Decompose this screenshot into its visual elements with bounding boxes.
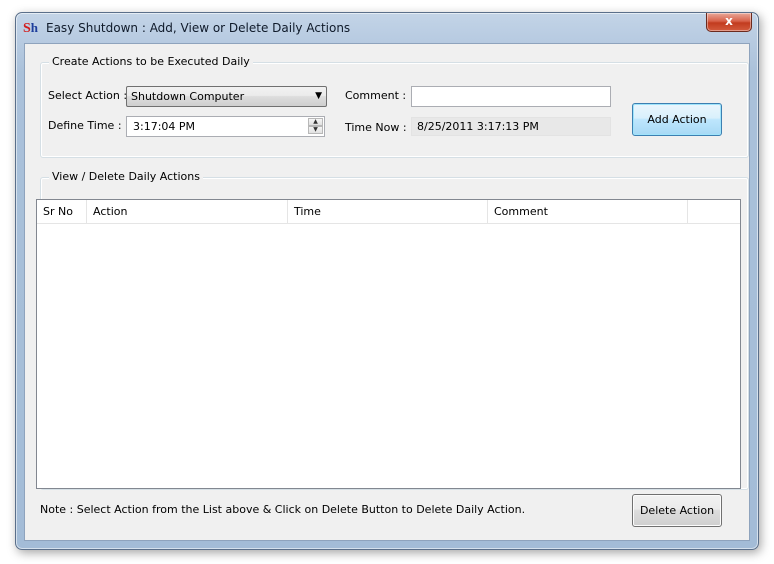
- window-title: Easy Shutdown : Add, View or Delete Dail…: [46, 21, 351, 35]
- spin-up-icon[interactable]: ▲: [308, 118, 323, 126]
- column-header-time[interactable]: Time: [288, 200, 488, 223]
- time-spinner[interactable]: ▲ ▼: [308, 118, 323, 135]
- time-now-display: 8/25/2011 3:17:13 PM: [411, 117, 611, 136]
- close-icon[interactable]: x: [706, 13, 752, 32]
- delete-action-button[interactable]: Delete Action: [632, 494, 722, 527]
- spin-down-icon[interactable]: ▼: [308, 126, 323, 134]
- view-actions-group-label: View / Delete Daily Actions: [49, 170, 203, 183]
- title-bar[interactable]: Sh Easy Shutdown : Add, View or Delete D…: [16, 13, 758, 43]
- comment-label: Comment :: [345, 89, 407, 102]
- select-action-value: Shutdown Computer: [131, 90, 245, 103]
- column-header-comment[interactable]: Comment: [488, 200, 688, 223]
- column-header-action[interactable]: Action: [87, 200, 288, 223]
- select-action-label: Select Action :: [48, 89, 128, 102]
- app-window: Sh Easy Shutdown : Add, View or Delete D…: [15, 12, 759, 550]
- define-time-value: 3:17:04 PM: [133, 120, 196, 133]
- chevron-down-icon: ▼: [315, 91, 322, 101]
- list-header: Sr No Action Time Comment: [37, 200, 740, 224]
- app-logo-icon[interactable]: Sh: [23, 19, 41, 37]
- add-action-button[interactable]: Add Action: [632, 103, 722, 136]
- define-time-label: Define Time :: [48, 119, 122, 132]
- daily-actions-list[interactable]: Sr No Action Time Comment: [36, 199, 741, 489]
- create-actions-group-label: Create Actions to be Executed Daily: [49, 55, 253, 68]
- comment-input[interactable]: [411, 86, 611, 107]
- time-now-value: 8/25/2011 3:17:13 PM: [417, 120, 539, 133]
- column-header-sr-no[interactable]: Sr No: [37, 200, 87, 223]
- select-action-dropdown[interactable]: Shutdown Computer ▼: [126, 86, 327, 107]
- client-area: Create Actions to be Executed Daily Sele…: [24, 43, 750, 541]
- footer-note: Note : Select Action from the List above…: [40, 503, 526, 516]
- define-time-picker[interactable]: 3:17:04 PM ▲ ▼: [126, 116, 325, 137]
- time-now-label: Time Now :: [345, 121, 407, 134]
